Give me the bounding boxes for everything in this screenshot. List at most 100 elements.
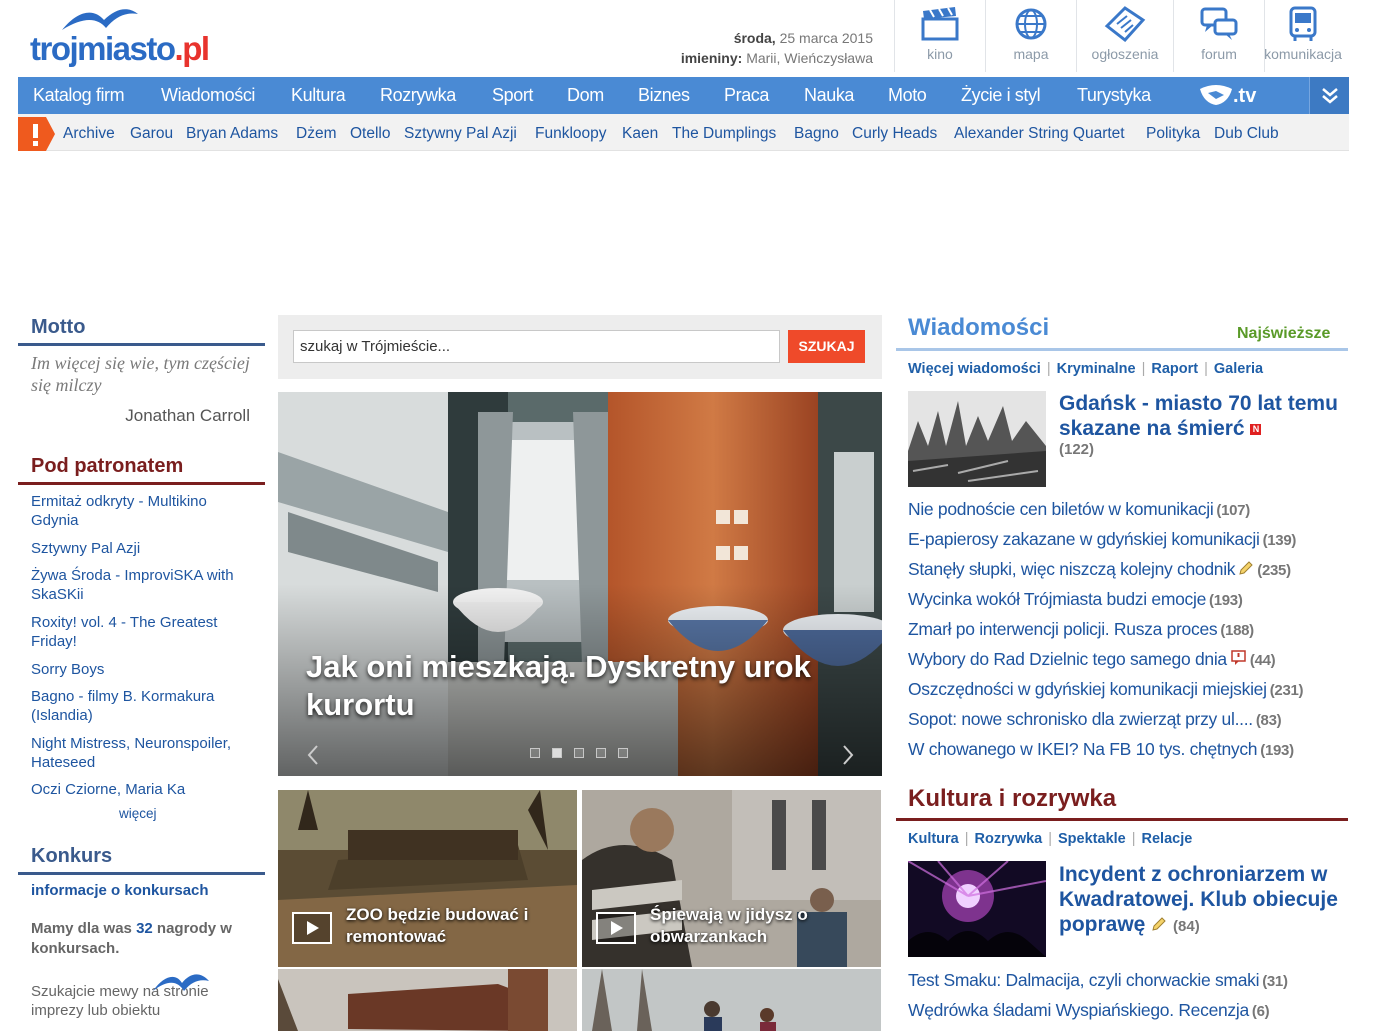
patronage-item[interactable]: Bagno - filmy B. Kormakura (Islandia) [31,687,256,725]
motto-author: Jonathan Carroll [125,406,250,425]
hero-caption[interactable]: Jak oni mieszkają. Dyskretny urok kurort… [306,648,866,724]
tool-komunikacja[interactable]: komunikacja [1257,0,1349,72]
culture-lead-thumbnail[interactable] [908,861,1046,957]
news-item[interactable]: Zmarł po interwencji policji. Rusza proc… [908,619,1254,640]
patronage-item[interactable]: Żywa Środa - ImproviSKA with SkaSKii [31,566,256,604]
culture-lead-title[interactable]: Incydent z ochroniarzem w Kwadratowej. K… [1059,862,1344,939]
nav-turystyka[interactable]: Turystyka [1077,77,1151,114]
nav-kultura[interactable]: Kultura [291,77,346,114]
photo-tile[interactable] [278,969,577,1031]
culture-sublinks: Kultura | Rozrywka | Spektakle | Relacje [908,831,1193,847]
video-tile[interactable]: Śpiewają w jidysz o obwarzankach [582,790,881,967]
nav-sport[interactable]: Sport [492,77,533,114]
tag-otello[interactable]: Otello [350,114,391,154]
tag-alexander-string-quartet[interactable]: Alexander String Quartet [954,114,1125,154]
nav-expand-button[interactable] [1309,77,1349,114]
tool-kino[interactable]: kino [895,0,985,72]
tag-kaen[interactable]: Kaen [622,114,658,154]
slider-next-arrow-icon[interactable] [838,742,858,768]
play-triangle-icon [611,921,623,935]
sublink-more-news[interactable]: Więcej wiadomości [908,361,1041,377]
tag-archive[interactable]: Archive [63,114,115,154]
culture-item[interactable]: Test Smaku: Dalmacija, czyli chorwackie … [908,970,1288,991]
news-lead-thumbnail[interactable] [908,391,1046,487]
search-input[interactable] [293,330,780,363]
slider-dot[interactable] [530,748,540,758]
patronage-item[interactable]: Night Mistress, Neuronspoiler, Hateseed [31,734,256,772]
nav-zycie-i-styl[interactable]: Życie i styl [961,77,1041,114]
tool-mapa[interactable]: mapa [986,0,1076,72]
video-tile[interactable]: ZOO będzie budować i remontować [278,790,577,967]
tile-image-walk [582,969,881,1031]
nav-katalog-firm[interactable]: Katalog firm [33,77,125,114]
news-item[interactable]: Oszczędności w gdyńskiej komunikacji mie… [908,679,1304,700]
culture-heading[interactable]: Kultura i rozrywka [908,785,1116,813]
sublink-kultura[interactable]: Kultura [908,831,959,847]
slider-dot[interactable] [618,748,628,758]
tag-dub-club[interactable]: Dub Club [1214,114,1279,154]
news-lead-comments[interactable]: (122) [1059,441,1094,458]
news-item[interactable]: Nie podnoście cen biletów w komunikacji(… [908,499,1250,520]
slider-dot[interactable] [596,748,606,758]
search-button[interactable]: SZUKAJ [788,330,865,363]
prize-count[interactable]: 32 [136,920,153,937]
tag-the-dumplings[interactable]: The Dumplings [672,114,776,154]
tag-polityka[interactable]: Polityka [1146,114,1200,154]
culture-lead-comments[interactable]: (84) [1173,918,1200,935]
play-icon [596,912,636,944]
patronage-item[interactable]: Roxity! vol. 4 - The Greatest Friday! [31,613,256,651]
nameday-label: imieniny: [680,50,743,66]
tool-ogloszenia[interactable]: ogłoszenia [1077,0,1173,72]
nav-wiadomosci[interactable]: Wiadomości [161,77,255,114]
patronage-item[interactable]: Sorry Boys [31,660,256,679]
tag-bagno[interactable]: Bagno [794,114,839,154]
tag-garou[interactable]: Garou [130,114,173,154]
pencil-note-icon [1239,561,1253,575]
sublink-kryminalne[interactable]: Kryminalne [1057,361,1136,377]
photo-tile[interactable] [582,969,881,1031]
news-latest-link[interactable]: Najświeższe [1237,325,1330,343]
tag-sztywny-pal-azji[interactable]: Sztywny Pal Azji [404,114,517,154]
nav-moto[interactable]: Moto [888,77,927,114]
nav-biznes[interactable]: Biznes [638,77,690,114]
patronage-rule [18,482,265,485]
news-item[interactable]: E-papierosy zakazane w gdyńskiej komunik… [908,529,1296,550]
news-item[interactable]: W chowanego w IKEI? Na FB 10 tys. chętny… [908,739,1294,760]
news-item[interactable]: Stanęły słupki, więc niszczą kolejny cho… [908,559,1291,580]
tag-curly-heads[interactable]: Curly Heads [852,114,937,154]
sublink-relacje[interactable]: Relacje [1142,831,1193,847]
patronage-item[interactable]: Ermitaż odkryty - Multikino Gdynia [31,492,256,530]
slider-dot[interactable] [574,748,584,758]
news-heading[interactable]: Wiadomości [908,314,1049,342]
hero-slider[interactable]: Jak oni mieszkają. Dyskretny urok kurort… [278,392,882,776]
sublink-galeria[interactable]: Galeria [1214,361,1263,377]
nav-praca[interactable]: Praca [724,77,769,114]
nav-dom[interactable]: Dom [567,77,604,114]
site-logo[interactable]: trojmiasto.pl [30,2,240,74]
news-lead-title[interactable]: Gdańsk - miasto 70 lat temu skazane na ś… [1059,391,1344,441]
contest-info-link[interactable]: informacje o konkursach [31,882,209,899]
news-item[interactable]: Wybory do Rad Dzielnic tego samego dnia(… [908,649,1276,670]
alert-badge [18,117,55,151]
slider-prev-arrow-icon[interactable] [303,742,323,768]
culture-item[interactable]: Wędrówka śladami Wyspiańskiego. Recenzja… [908,1000,1270,1021]
sublink-spektakle[interactable]: Spektakle [1058,831,1126,847]
patronage-item[interactable]: Oczi Cziorne, Maria Ka [31,780,256,799]
tag-dzem[interactable]: Dżem [296,114,336,154]
news-item[interactable]: Sopot: nowe schronisko dla zwierząt przy… [908,709,1282,730]
news-item[interactable]: Wycinka wokół Trójmiasta budzi emocje (19… [908,589,1243,610]
sublink-raport[interactable]: Raport [1151,361,1198,377]
tool-forum[interactable]: forum [1174,0,1264,72]
nav-nauka[interactable]: Nauka [804,77,854,114]
globe-icon [1015,8,1047,40]
nav-tv[interactable]: .tv [1198,83,1268,109]
contest-prizes: Mamy dla was 32 nagrody w konkursach. [31,920,232,957]
tag-bryan-adams[interactable]: Bryan Adams [186,114,278,154]
sublink-rozrywka[interactable]: Rozrywka [975,831,1043,847]
slider-dot-active[interactable] [552,748,562,758]
patronage-item[interactable]: Sztywny Pal Azji [31,539,256,558]
tag-funkloopy[interactable]: Funkloopy [535,114,607,154]
nav-rozrywka[interactable]: Rozrywka [380,77,456,114]
site-header: trojmiasto.pl środa, 25 marca 2015 imien… [18,0,1349,77]
patronage-more-link[interactable]: więcej [119,806,157,821]
